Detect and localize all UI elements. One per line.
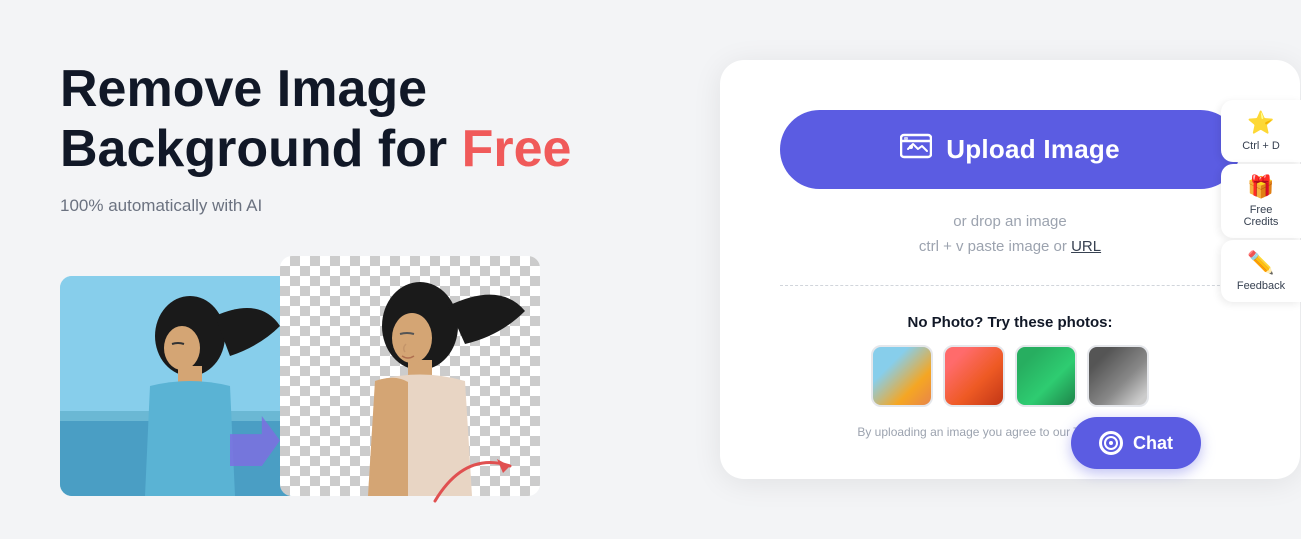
section-divider bbox=[780, 285, 1240, 286]
chat-button[interactable]: Chat bbox=[1071, 417, 1201, 469]
chat-bubble-icon bbox=[1104, 436, 1118, 450]
sidebar-feedback[interactable]: ✏️ Feedback bbox=[1221, 240, 1301, 302]
purple-arrow-decoration bbox=[230, 416, 280, 466]
title-free: Free bbox=[462, 120, 572, 178]
upload-button-label: Upload Image bbox=[946, 134, 1120, 165]
chat-icon bbox=[1099, 431, 1123, 455]
sidebar-credits-label: Free Credits bbox=[1235, 204, 1287, 228]
right-panel: Upload Image or drop an image ctrl + v p… bbox=[680, 0, 1301, 539]
sidebar-feedback-label: Feedback bbox=[1237, 280, 1285, 292]
upload-image-button[interactable]: Upload Image bbox=[780, 110, 1240, 189]
upload-icon bbox=[900, 132, 932, 167]
sample-photo-2[interactable] bbox=[943, 345, 1005, 407]
sidebar-bookmark[interactable]: ⭐ Ctrl + D bbox=[1221, 100, 1301, 162]
sample-photo-4[interactable] bbox=[1087, 345, 1149, 407]
hero-title: Remove Image Background for Free bbox=[60, 60, 640, 180]
chat-label: Chat bbox=[1133, 433, 1173, 454]
upload-image-icon bbox=[900, 132, 932, 160]
paste-instruction: ctrl + v paste image or bbox=[919, 238, 1071, 255]
sample-photo-3[interactable] bbox=[1015, 345, 1077, 407]
sample-photo-1[interactable] bbox=[871, 345, 933, 407]
drop-text: or drop an image bbox=[953, 213, 1066, 230]
demo-images bbox=[60, 256, 640, 496]
edit-icon: ✏️ bbox=[1247, 250, 1274, 276]
try-photos-label: No Photo? Try these photos: bbox=[908, 314, 1113, 331]
upload-card: Upload Image or drop an image ctrl + v p… bbox=[720, 60, 1300, 479]
red-arrow bbox=[425, 441, 525, 511]
hero-subtitle: 100% automatically with AI bbox=[60, 196, 640, 216]
star-icon: ⭐ bbox=[1247, 110, 1274, 136]
tos-prefix: By uploading an image you agree to our bbox=[857, 425, 1073, 439]
left-panel: Remove Image Background for Free 100% au… bbox=[0, 0, 680, 539]
paste-text: ctrl + v paste image or URL bbox=[919, 238, 1101, 255]
sidebar-credits[interactable]: 🎁 Free Credits bbox=[1221, 164, 1301, 238]
gift-icon: 🎁 bbox=[1247, 174, 1274, 200]
sidebar-bookmark-label: Ctrl + D bbox=[1242, 140, 1280, 152]
title-line2: Background for bbox=[60, 120, 462, 178]
title-line1: Remove Image bbox=[60, 60, 427, 118]
floating-sidebar: ⭐ Ctrl + D 🎁 Free Credits ✏️ Feedback bbox=[1221, 100, 1301, 302]
url-link[interactable]: URL bbox=[1071, 238, 1101, 255]
sample-photos-row bbox=[871, 345, 1149, 407]
